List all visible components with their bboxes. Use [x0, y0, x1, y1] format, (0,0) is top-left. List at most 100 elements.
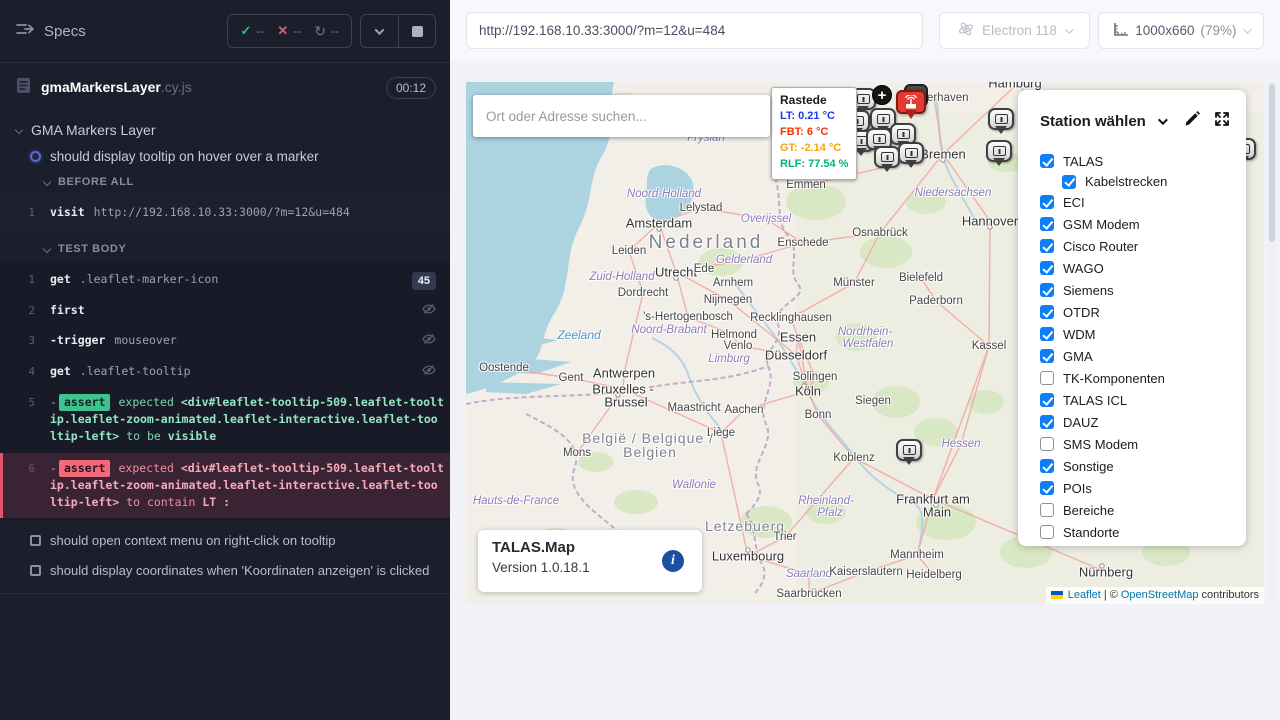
map-label: Bonn: [805, 409, 832, 421]
chevron-down-icon[interactable]: [1158, 115, 1168, 125]
info-icon[interactable]: i: [662, 550, 684, 572]
map-label: Siegen: [855, 395, 891, 407]
layer-checkbox-row[interactable]: Siemens: [1040, 279, 1232, 301]
url-input[interactable]: [466, 12, 923, 49]
edit-pencil-icon[interactable]: [1184, 110, 1201, 132]
map-marker-pin[interactable]: [898, 142, 924, 164]
marker-tooltip[interactable]: Rastede LT: 0.21 °CFBT: 6 °CGT: -2.14 °C…: [771, 87, 857, 180]
checkbox-checked-icon[interactable]: [1040, 239, 1054, 253]
map-marker-pin[interactable]: [896, 439, 922, 461]
map-label: Utrecht: [655, 265, 697, 280]
layer-checkbox-row[interactable]: TALAS ICL: [1040, 389, 1232, 411]
map-label: Bielefeld: [899, 272, 943, 284]
layer-checkbox-row[interactable]: Bereiche: [1040, 499, 1232, 521]
aut-scrollbar[interactable]: [1268, 82, 1276, 604]
layer-checkbox-row[interactable]: TALAS: [1040, 150, 1232, 172]
assert-badge: assert: [59, 394, 111, 411]
layer-checkbox-row[interactable]: GMA: [1040, 345, 1232, 367]
stat-passed: ✓--: [240, 23, 264, 39]
checkbox-checked-icon[interactable]: [1040, 261, 1054, 275]
layer-checkbox-row[interactable]: TK-Komponenten: [1040, 367, 1232, 389]
layer-checkbox-row[interactable]: WAGO: [1040, 257, 1232, 279]
expand-icon[interactable]: [1214, 111, 1230, 132]
cabinet-icon: [897, 129, 910, 139]
checkbox-checked-icon[interactable]: [1040, 154, 1054, 168]
layer-checkbox-row[interactable]: Kabelstrecken: [1062, 172, 1232, 191]
map-label: Zuid-Holland: [589, 271, 654, 283]
suite-row[interactable]: GMA Markers Layer: [16, 122, 450, 138]
command-row[interactable]: 2 first: [0, 296, 450, 326]
collapse-button[interactable]: [361, 15, 398, 47]
stop-button[interactable]: [398, 15, 435, 47]
checkbox-checked-icon[interactable]: [1040, 195, 1054, 209]
cabinet-icon: [995, 114, 1008, 124]
aut-panel: Electron 118 1000x660 (79%): [450, 0, 1280, 720]
viewport-selector[interactable]: 1000x660 (79%): [1098, 12, 1264, 49]
map-label: Luxembourg: [712, 549, 784, 564]
map-marker-pin[interactable]: [986, 140, 1012, 162]
map-search-control[interactable]: [473, 95, 770, 137]
checkbox-checked-icon[interactable]: [1040, 283, 1054, 297]
osm-link[interactable]: OpenStreetMap: [1121, 589, 1199, 601]
map-label: Mannheim: [890, 549, 944, 561]
cabinet-icon: [993, 146, 1006, 156]
panel-title[interactable]: Station wählen: [1040, 113, 1146, 130]
layer-checkbox-row[interactable]: GSM Modem: [1040, 213, 1232, 235]
checkbox-checked-icon[interactable]: [1040, 459, 1054, 473]
layer-checkbox-row[interactable]: Cisco Router: [1040, 235, 1232, 257]
layer-checkbox-row[interactable]: DAUZ: [1040, 411, 1232, 433]
assert-row-passed[interactable]: 5 -assertexpected <div#leaflet-tooltip-5…: [0, 387, 450, 453]
leaflet-link[interactable]: Leaflet: [1068, 589, 1101, 601]
checkbox-unchecked-icon[interactable]: [1040, 371, 1054, 385]
map-marker-plus[interactable]: +: [872, 85, 892, 105]
specs-menu-icon[interactable]: [16, 22, 34, 40]
checkbox-unchecked-icon[interactable]: [1040, 503, 1054, 517]
map-label: Münster: [833, 277, 875, 289]
command-row[interactable]: 3 -triggermouseover: [0, 326, 450, 356]
map-label: Antwerpen: [593, 366, 655, 381]
layer-checkbox-row[interactable]: ECI: [1040, 191, 1232, 213]
map-marker-red[interactable]: [896, 90, 926, 114]
checkbox-unchecked-icon[interactable]: [1040, 437, 1054, 451]
command-row[interactable]: 1 get.leaflet-marker-icon 45: [0, 265, 450, 297]
specs-title: Specs: [44, 23, 86, 40]
checkbox-checked-icon[interactable]: [1062, 175, 1076, 189]
map-marker-pin[interactable]: [988, 108, 1014, 130]
checkbox-checked-icon[interactable]: [1040, 305, 1054, 319]
layer-label: TK-Komponenten: [1063, 371, 1165, 386]
checkbox-checked-icon[interactable]: [1040, 393, 1054, 407]
checkbox-checked-icon[interactable]: [1040, 349, 1054, 363]
layer-checkbox-row[interactable]: WDM: [1040, 323, 1232, 345]
checkbox-checked-icon[interactable]: [1040, 415, 1054, 429]
layer-checkbox-row[interactable]: OTDR: [1040, 301, 1232, 323]
assert-row-failed[interactable]: 6 -assertexpected <div#leaflet-tooltip-5…: [0, 453, 450, 519]
pending-test-row[interactable]: should open context menu on right-click …: [30, 533, 450, 548]
checkbox-checked-icon[interactable]: [1040, 481, 1054, 495]
layer-checkbox-row[interactable]: POIs: [1040, 477, 1232, 499]
test-row[interactable]: should display tooltip on hover over a m…: [30, 149, 450, 164]
search-input[interactable]: [473, 109, 770, 124]
map-label: Emmen: [786, 179, 826, 191]
leaflet-map[interactable]: HamburgBremerhavenBremenEmmenNiedersachs…: [466, 82, 1264, 604]
layer-checkbox-row[interactable]: SMS Modem: [1040, 433, 1232, 455]
map-label: Arnhem: [713, 277, 753, 289]
layer-checkbox-row[interactable]: Standorte: [1040, 521, 1232, 543]
layer-checkbox-row[interactable]: Sonstige: [1040, 455, 1232, 477]
command-row-visit[interactable]: 1 visithttp://192.168.10.33:3000/?m=12&u…: [0, 198, 450, 228]
hook-before-all[interactable]: BEFORE ALL: [44, 176, 450, 188]
map-label: Enschede: [777, 237, 828, 249]
checkbox-checked-icon[interactable]: [1040, 327, 1054, 341]
pending-test-row[interactable]: should display coordinates when 'Koordin…: [30, 563, 450, 578]
hook-test-body[interactable]: TEST BODY: [44, 243, 450, 255]
specs-menu[interactable]: Specs: [16, 22, 86, 40]
checkbox-unchecked-icon[interactable]: [1040, 525, 1054, 539]
scrollbar-thumb[interactable]: [1269, 84, 1275, 242]
browser-selector[interactable]: Electron 118: [939, 12, 1089, 49]
map-marker-pin[interactable]: [874, 146, 900, 168]
checkbox-checked-icon[interactable]: [1040, 217, 1054, 231]
map-label: Recklinghausen: [750, 312, 832, 324]
map-label: Nijmegen: [704, 294, 753, 306]
spec-file-row[interactable]: gmaMarkersLayer.cy.js 00:12: [0, 65, 450, 110]
command-row[interactable]: 4 get.leaflet-tooltip: [0, 357, 450, 387]
map-label: Saarland: [786, 568, 832, 580]
